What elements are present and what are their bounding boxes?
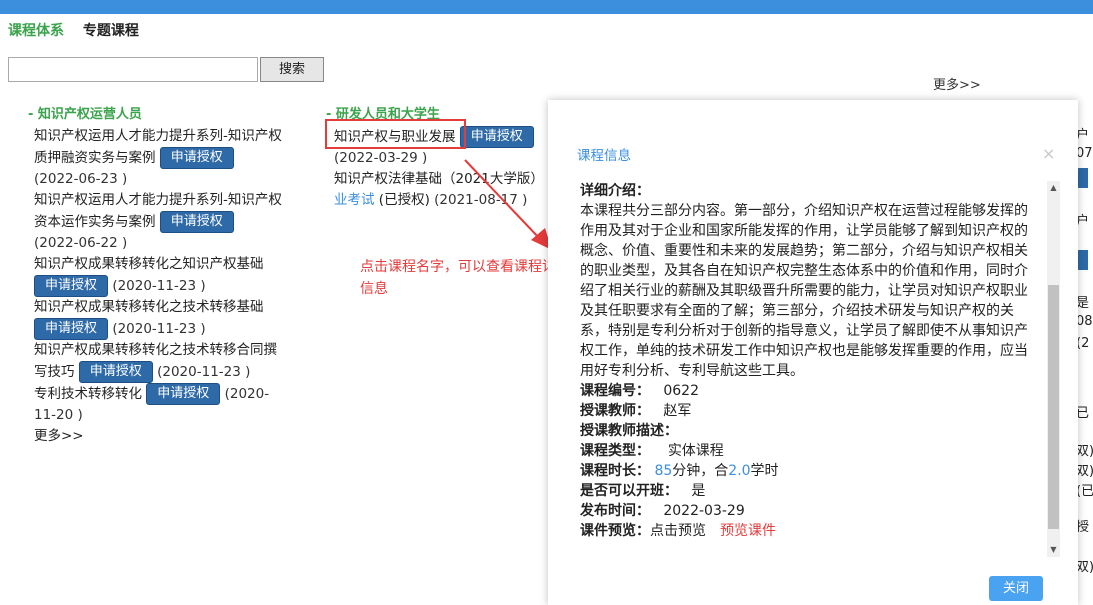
close-button[interactable]: 关闭 [989, 576, 1043, 601]
detail-text: 本课程共分三部分内容。第一部分，介绍知识产权在运营过程能够发挥的作用及其对于企业… [580, 203, 1028, 379]
can-open-class: 是 [691, 483, 706, 499]
background-content-right: 户 07 户 是 08 (2 已 双) 双) (已 授 双) [1076, 128, 1093, 575]
scroll-up-icon[interactable]: ▲ [1047, 181, 1060, 195]
publish-date: 2022-03-29 [663, 503, 745, 519]
course-code: 0622 [663, 383, 699, 399]
detail-label: 详细介绍： [580, 183, 650, 199]
scrollbar[interactable]: ▲ ▼ [1047, 181, 1060, 557]
close-icon[interactable]: × [1042, 144, 1055, 163]
duration-hours: 2.0 [728, 463, 751, 479]
annotation-text: 点击课程名字，可以查看课程详细信息 [360, 259, 570, 297]
teacher-name: 赵军 [663, 403, 692, 419]
preview-annotation: 预览课件 [720, 523, 776, 539]
scroll-down-icon[interactable]: ▼ [1047, 543, 1060, 557]
scrollbar-thumb[interactable] [1048, 285, 1059, 529]
duration-minutes: 85 [654, 463, 673, 479]
preview-link[interactable]: 点击预览 [650, 523, 706, 539]
dialog-title: 课程信息 [577, 148, 631, 164]
course-detail-content: 详细介绍： 本课程共分三部分内容。第一部分，介绍知识产权在运营过程能够发挥的作用… [580, 181, 1040, 557]
course-type: 实体课程 [667, 443, 724, 459]
course-info-dialog: 课程信息 × 详细介绍： 本课程共分三部分内容。第一部分，介绍知识产权在运营过程… [548, 100, 1078, 605]
